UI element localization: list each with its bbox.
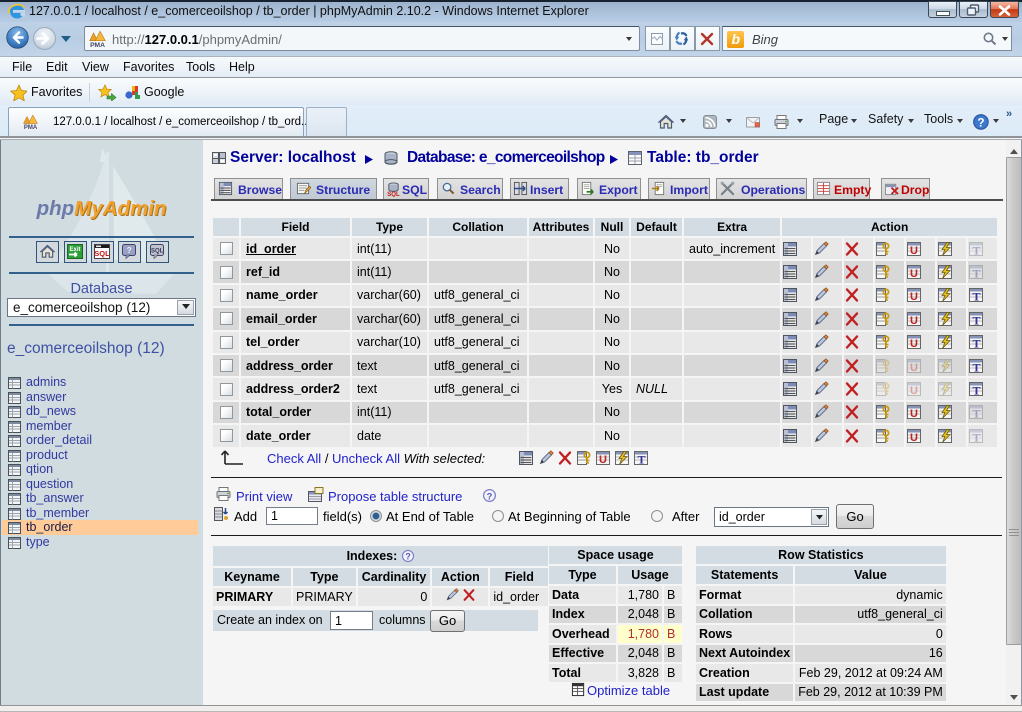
svg-text:SQL: SQL	[387, 191, 400, 197]
svg-text:PMA: PMA	[24, 125, 38, 130]
svg-text:PMA: PMA	[90, 42, 105, 48]
svg-text:SQL: SQL	[151, 249, 164, 255]
svg-text:SQL: SQL	[94, 249, 110, 258]
svg-text:?: ?	[127, 246, 132, 255]
